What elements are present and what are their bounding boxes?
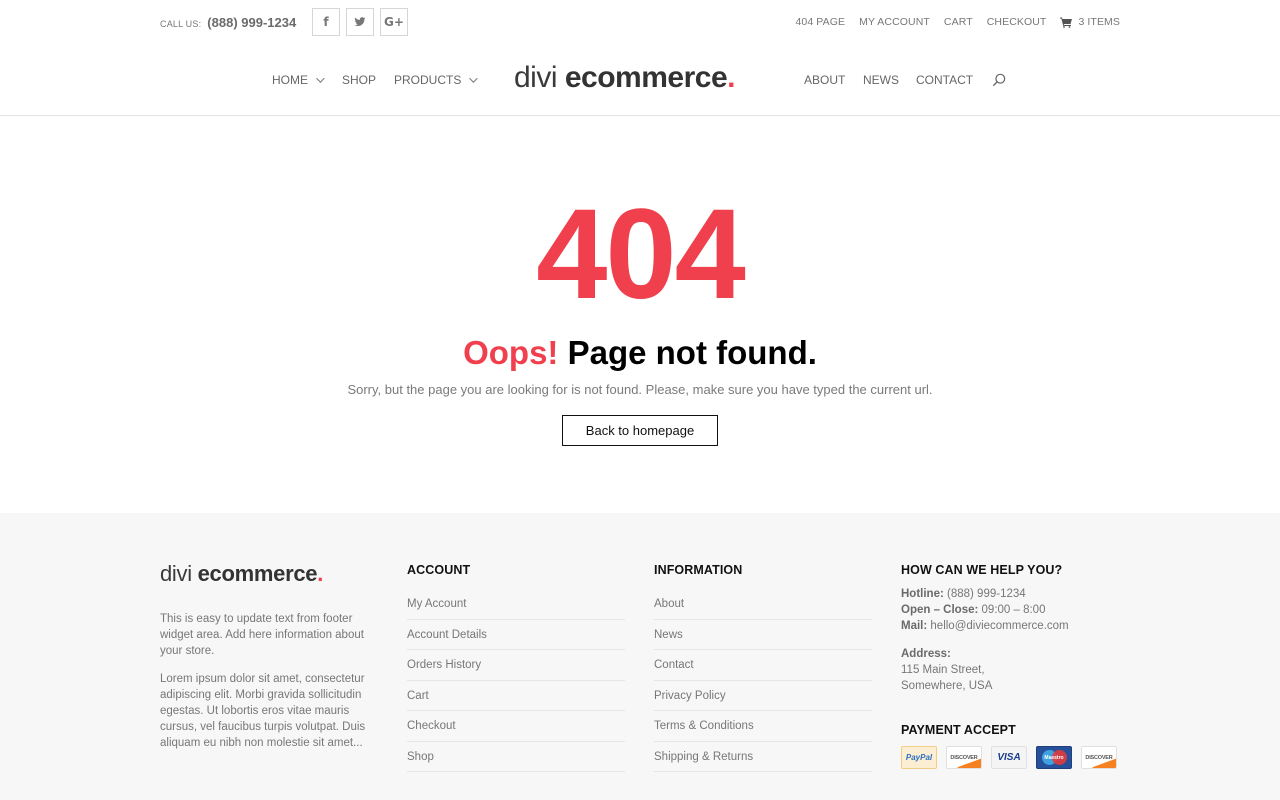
footer-link-shipping-returns[interactable]: Shipping & Returns xyxy=(654,742,872,772)
toplink-404-page[interactable]: 404 PAGE xyxy=(795,16,845,28)
payment-methods: PayPal DISCOVER VISA Maestro DISCOVER xyxy=(901,746,1131,769)
mail: Mail: hello@diviecommerce.com xyxy=(901,618,1131,634)
facebook-icon: f xyxy=(323,15,329,29)
error-code: 404 xyxy=(536,183,746,326)
nav-products[interactable]: PRODUCTS xyxy=(394,73,479,87)
mail-label: Mail: xyxy=(901,620,928,632)
nav-products-label: PRODUCTS xyxy=(394,73,462,87)
contact-info: Hotline: (888) 999-1234 Open – Close: 09… xyxy=(901,586,1131,634)
nav-home-label: HOME xyxy=(272,73,308,87)
address-line-2: Somewhere, USA xyxy=(901,680,993,692)
call-us-label: CALL US: xyxy=(160,19,202,29)
footer-link-orders-history[interactable]: Orders History xyxy=(407,650,625,681)
google-plus-icon: G+ xyxy=(384,15,404,29)
payment-title: PAYMENT ACCEPT xyxy=(901,723,1016,737)
address-label: Address: xyxy=(901,648,951,660)
address-info: Address: 115 Main Street, Somewhere, USA xyxy=(901,646,1131,694)
footer-link-news[interactable]: News xyxy=(654,620,872,650)
nav-contact-label: CONTACT xyxy=(916,73,974,87)
cart-items-link[interactable]: 3 ITEMS xyxy=(1060,16,1120,28)
error-oops: Oops! xyxy=(463,334,559,371)
logo-thin: divi xyxy=(514,61,558,94)
top-bar: CALL US: (888) 999-1234 f G+ 404 PAGE MY… xyxy=(0,0,1280,44)
error-title: Oops! Page not found. xyxy=(0,333,1280,373)
footer-account-list: My Account Account Details Orders Histor… xyxy=(407,589,625,772)
discover-card-icon: DISCOVER xyxy=(946,746,982,769)
discover-card-icon: DISCOVER xyxy=(1081,746,1117,769)
nav-about-label: ABOUT xyxy=(804,73,846,87)
main-nav: HOME SHOP PRODUCTS divi ecommerce. ABOUT… xyxy=(0,44,1280,116)
footer-logo-dot: . xyxy=(317,561,324,586)
footer-help-column: HOW CAN WE HELP YOU? Hotline: (888) 999-… xyxy=(901,563,1131,769)
footer-information-column: INFORMATION About News Contact Privacy P… xyxy=(654,563,872,772)
footer-lorem-text: Lorem ipsum dolor sit amet, consectetur … xyxy=(160,673,366,749)
footer-information-title: INFORMATION xyxy=(654,563,743,577)
chevron-down-icon xyxy=(316,74,325,83)
hotline: Hotline: (888) 999-1234 xyxy=(901,586,1131,602)
toplink-cart[interactable]: CART xyxy=(944,16,973,28)
logo-dot: . xyxy=(727,61,735,94)
opening-hours: Open – Close: 09:00 – 8:00 xyxy=(901,602,1131,618)
toplink-checkout[interactable]: CHECKOUT xyxy=(987,16,1047,28)
nav-news-label: NEWS xyxy=(863,73,899,87)
facebook-link[interactable]: f xyxy=(312,8,340,36)
footer-help-title: HOW CAN WE HELP YOU? xyxy=(901,563,1063,577)
nav-about[interactable]: ABOUT xyxy=(804,73,845,87)
footer-logo[interactable]: divi ecommerce. xyxy=(160,561,323,587)
footer-link-account-details[interactable]: Account Details xyxy=(407,620,625,650)
back-to-homepage-button[interactable]: Back to homepage xyxy=(562,415,718,446)
footer-account-column: ACCOUNT My Account Account Details Order… xyxy=(407,563,625,772)
footer-logo-thin: divi xyxy=(160,561,192,586)
call-us: CALL US: (888) 999-1234 xyxy=(160,15,296,30)
footer-account-title: ACCOUNT xyxy=(407,563,471,577)
footer-about-text: This is easy to update text from footer … xyxy=(160,613,364,657)
twitter-icon xyxy=(354,17,366,27)
footer-logo-bold: ecommerce xyxy=(197,561,318,586)
logo-bold: ecommerce xyxy=(564,61,728,94)
cart-count: 3 ITEMS xyxy=(1078,16,1120,28)
nav-shop[interactable]: SHOP xyxy=(342,73,376,87)
phone-number[interactable]: (888) 999-1234 xyxy=(207,15,296,30)
footer-link-my-account[interactable]: My Account xyxy=(407,589,625,620)
hotline-label: Hotline: xyxy=(901,588,944,600)
hours-label: Open – Close: xyxy=(901,604,979,616)
paypal-card-icon: PayPal xyxy=(901,746,937,769)
hours-value: 09:00 – 8:00 xyxy=(981,604,1046,616)
footer-link-contact[interactable]: Contact xyxy=(654,650,872,681)
social-links: f G+ xyxy=(312,8,408,36)
nav-contact[interactable]: CONTACT xyxy=(916,73,973,87)
footer-link-checkout[interactable]: Checkout xyxy=(407,711,625,742)
footer-link-shop[interactable]: Shop xyxy=(407,742,625,772)
nav-home[interactable]: HOME xyxy=(272,73,325,87)
error-message: Sorry, but the page you are looking for … xyxy=(347,382,933,397)
footer-link-privacy-policy[interactable]: Privacy Policy xyxy=(654,681,872,711)
footer-link-terms-conditions[interactable]: Terms & Conditions xyxy=(654,711,872,742)
footer-link-about[interactable]: About xyxy=(654,589,872,620)
footer: divi ecommerce. This is easy to update t… xyxy=(0,513,1280,800)
chevron-down-icon xyxy=(469,74,479,83)
visa-card-icon: VISA xyxy=(991,746,1027,769)
maestro-card-icon: Maestro xyxy=(1036,746,1072,769)
mail-value[interactable]: hello@diviecommerce.com xyxy=(930,620,1068,632)
nav-news[interactable]: NEWS xyxy=(863,73,899,87)
error-title-text: Page not found. xyxy=(567,334,817,371)
twitter-link[interactable] xyxy=(346,8,374,36)
footer-information-list: About News Contact Privacy Policy Terms … xyxy=(654,589,872,772)
site-logo[interactable]: divi ecommerce. xyxy=(514,61,735,95)
toplink-my-account[interactable]: MY ACCOUNT xyxy=(859,16,930,28)
footer-link-cart[interactable]: Cart xyxy=(407,681,625,711)
top-links: 404 PAGE MY ACCOUNT CART CHECKOUT 3 ITEM… xyxy=(795,16,1120,28)
hotline-value[interactable]: (888) 999-1234 xyxy=(947,588,1026,600)
search-icon[interactable] xyxy=(992,73,1006,87)
nav-shop-label: SHOP xyxy=(342,73,377,87)
address-line-1: 115 Main Street, xyxy=(901,664,985,676)
cart-icon xyxy=(1060,17,1073,28)
google-plus-link[interactable]: G+ xyxy=(380,8,408,36)
